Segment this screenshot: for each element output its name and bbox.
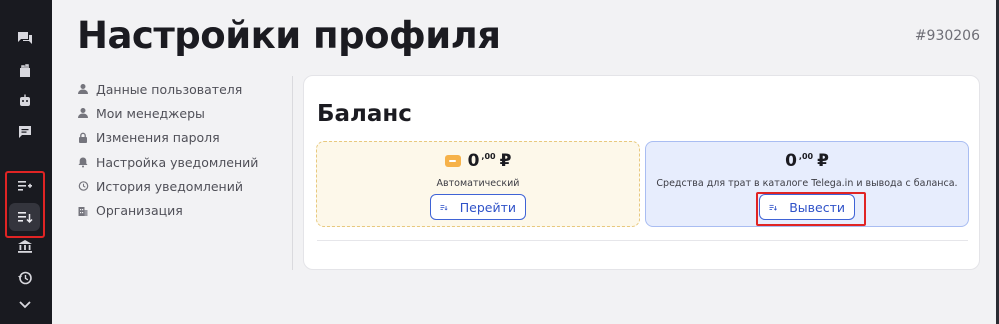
nav-item-label: Организация — [96, 203, 183, 219]
nav-item-label: Изменения пароля — [96, 130, 220, 146]
automatic-balance-amount: 0 ,00 ₽ — [317, 151, 639, 171]
nav-item-label: Настройка уведомлений — [96, 154, 259, 170]
history-icon — [78, 181, 89, 192]
lock-icon — [79, 132, 87, 143]
balance-title: Баланс — [317, 101, 412, 127]
settings-nav: Данные пользователя Мои менеджеры Измене… — [77, 77, 287, 223]
history-icon[interactable] — [9, 264, 40, 292]
nav-divider — [292, 76, 293, 270]
bot-icon[interactable] — [9, 87, 40, 115]
card-divider — [317, 240, 968, 241]
nav-item-label: История уведомлений — [96, 178, 243, 194]
nav-item-password[interactable]: Изменения пароля — [77, 126, 287, 150]
balance-card: Баланс 0 ,00 ₽ Автоматический Перейти 0 … — [303, 75, 980, 270]
nav-item-notifications-settings[interactable]: Настройка уведомлений — [77, 150, 287, 174]
chat-icon[interactable] — [9, 24, 40, 52]
managers-icon — [78, 108, 88, 119]
withdraw-button-outline — [756, 192, 866, 226]
wallet-balance-amount: 0 ,00 ₽ — [785, 151, 829, 171]
chevron-down-icon[interactable] — [9, 290, 40, 318]
nav-item-managers[interactable]: Мои менеджеры — [77, 101, 287, 125]
nav-item-label: Мои менеджеры — [96, 105, 205, 121]
bell-icon — [78, 157, 88, 168]
automatic-balance-label: Автоматический — [436, 178, 520, 189]
profile-id: #930206 — [914, 28, 980, 44]
bank-icon[interactable] — [9, 232, 40, 260]
nav-item-notifications-history[interactable]: История уведомлений — [77, 174, 287, 198]
go-button-label: Перейти — [459, 199, 516, 215]
page-title: Настройки профиля — [77, 14, 501, 57]
rail-selection-outline — [5, 171, 45, 238]
user-icon — [78, 84, 88, 95]
go-button[interactable]: Перейти — [430, 194, 526, 220]
catalog-bag-icon[interactable] — [9, 57, 40, 85]
nav-item-user-data[interactable]: Данные пользователя — [77, 77, 287, 101]
coin-icon — [444, 155, 461, 167]
message-icon[interactable] — [9, 118, 40, 146]
nav-item-organization[interactable]: Организация — [77, 198, 287, 222]
withdraw-list-icon — [440, 204, 448, 210]
building-icon — [78, 206, 88, 216]
wallet-balance-description: Средства для трат в каталоге Telega.in и… — [656, 178, 958, 189]
sidebar-rail — [0, 0, 52, 324]
automatic-balance-panel: 0 ,00 ₽ Автоматический Перейти — [316, 141, 640, 227]
nav-item-label: Данные пользователя — [96, 81, 243, 97]
